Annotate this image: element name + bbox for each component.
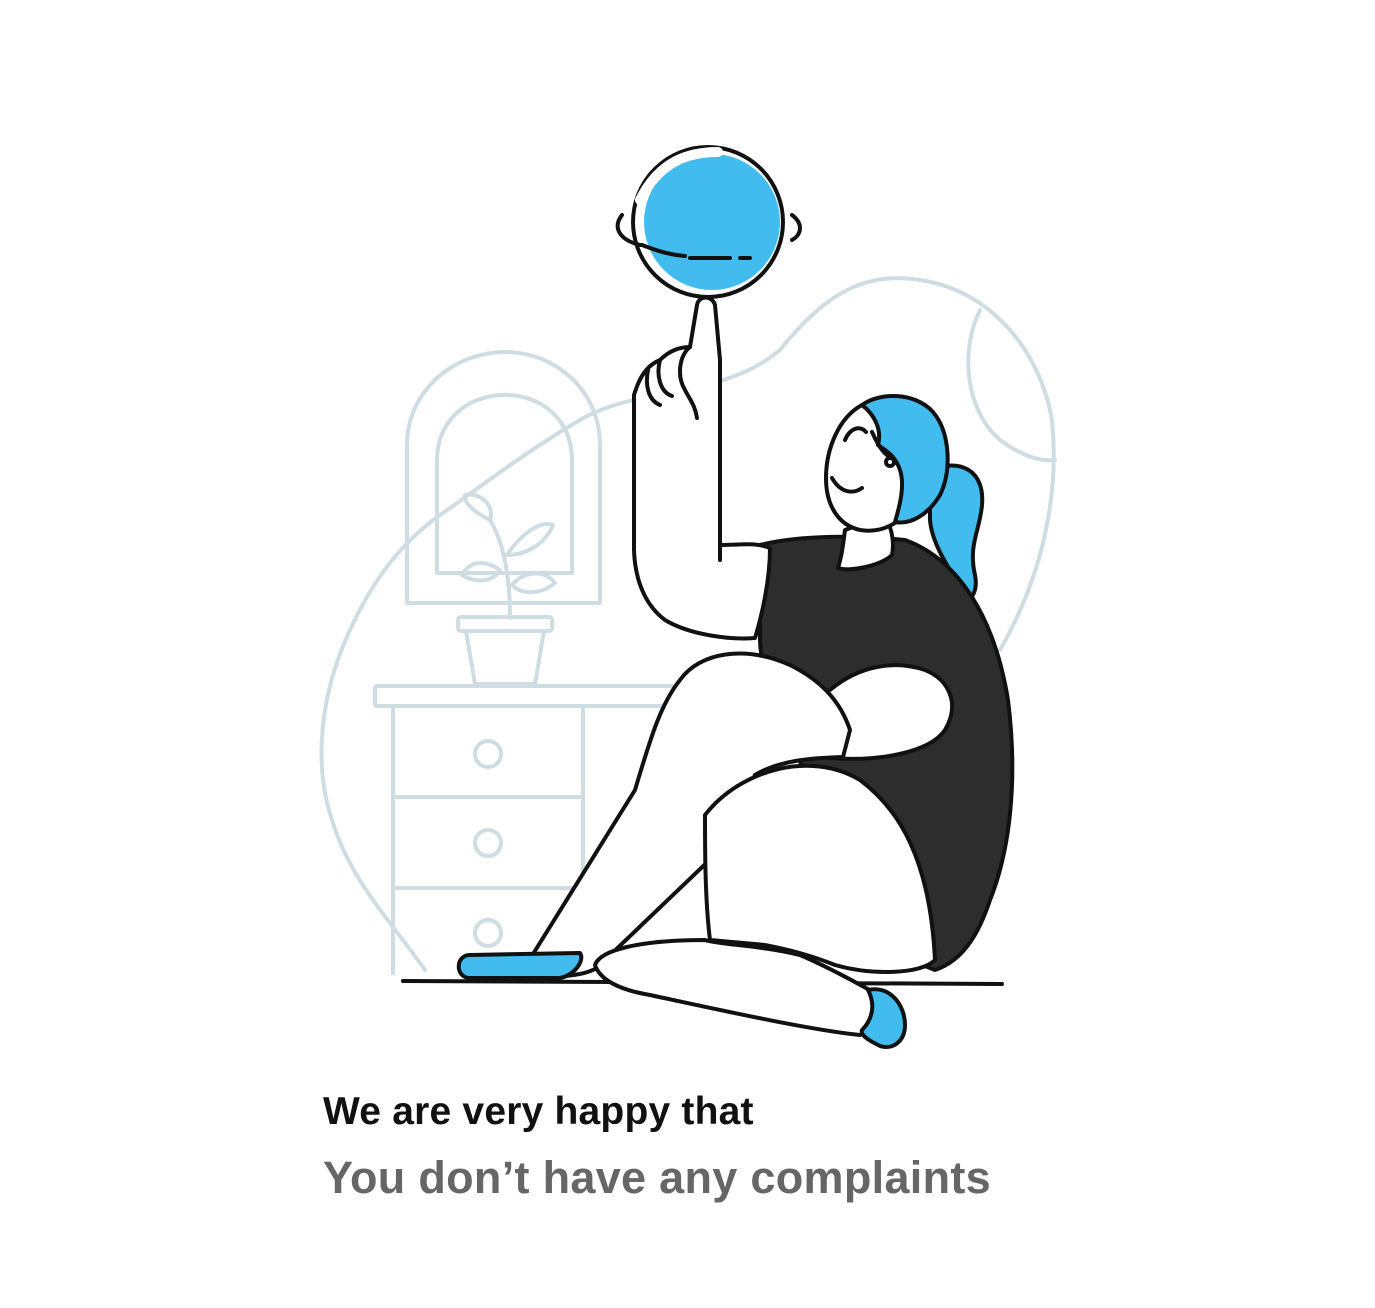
left-sock [456,951,584,980]
plant-icon [460,492,557,620]
window [405,350,602,605]
empty-state-message: We are very happy that You don’t have an… [323,1086,1223,1208]
raised-arm [632,295,772,641]
empty-state: We are very happy that You don’t have an… [0,0,1375,1308]
message-subtitle: You don’t have any complaints [323,1152,991,1203]
flower-pot [456,615,554,686]
ball-icon [631,145,785,299]
message-title: We are very happy that [323,1090,754,1133]
person-spinning-ball-illustration [319,145,1057,1049]
